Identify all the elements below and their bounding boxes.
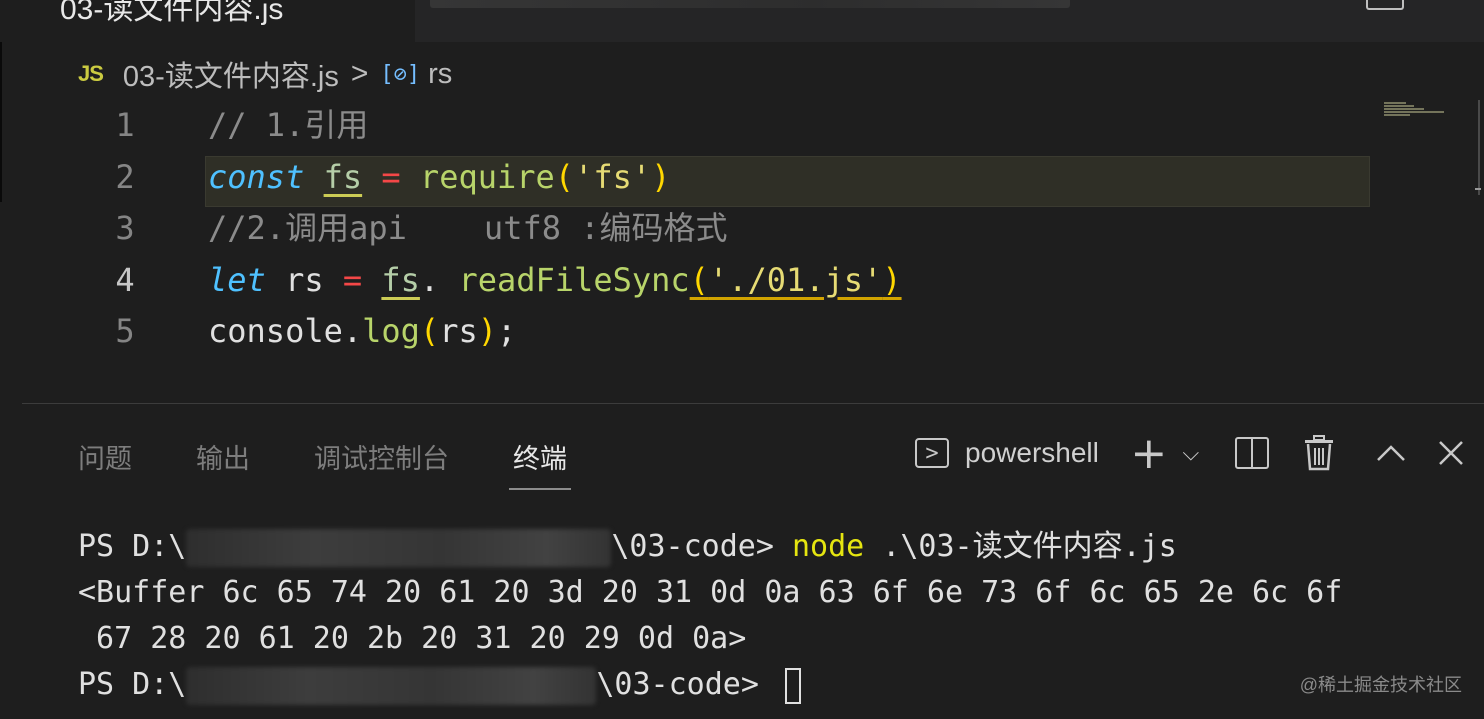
code-token: ;	[496, 312, 517, 350]
code-line[interactable]: 5 console.log(rs);	[0, 306, 1400, 357]
code-line[interactable]: 2 const fs = require('fs')	[0, 152, 1400, 203]
code-token: =	[381, 157, 401, 196]
prompt-prefix: PS D:\	[78, 529, 187, 564]
code-token: (	[689, 260, 709, 299]
editor-layout-icon[interactable]	[1366, 0, 1404, 10]
breadcrumb-chevron-icon: >	[350, 57, 369, 90]
code-line[interactable]: 3 //2.调用api utf8 :编码格式	[0, 203, 1400, 254]
prompt-suffix: \03-code>	[596, 667, 777, 702]
code-token: fs	[323, 157, 363, 196]
code-text: let rs = fs. readFileSync('./01.js')	[208, 255, 902, 306]
code-token: )	[477, 312, 497, 350]
code-token: './01.js'	[708, 260, 883, 299]
chevron-down-icon[interactable]: ⌵	[1177, 441, 1205, 466]
line-number: 1	[115, 106, 135, 144]
code-token: readFileSync	[458, 260, 690, 299]
code-text: // 1.引用	[208, 100, 368, 151]
code-line[interactable]: 1 // 1.引用	[0, 100, 1400, 151]
code-text: const fs = require('fs')	[208, 152, 670, 203]
editor-tab-strip: 03-读文件内容.js	[0, 0, 1484, 42]
code-text: console.log(rs);	[208, 306, 516, 357]
line-number: 2	[115, 157, 135, 196]
minimap[interactable]	[1384, 102, 1464, 118]
js-file-icon: JS	[78, 61, 104, 86]
panel-tab[interactable]: 调试控制台	[314, 437, 449, 476]
breadcrumb-file[interactable]: 03-读文件内容.js	[123, 53, 339, 95]
panel-tab[interactable]: 终端	[509, 437, 571, 490]
panel-tab[interactable]: 输出	[196, 437, 250, 476]
editor-tab-active[interactable]: 03-读文件内容.js	[0, 0, 415, 42]
code-line[interactable]: 4 let rs = fs. readFileSync('./01.js')	[0, 255, 1400, 306]
terminal-shell-label[interactable]: powershell	[965, 437, 1099, 469]
editor-tab-title: 03-读文件内容.js	[60, 0, 284, 26]
scrollbar-cursor-marker	[1475, 188, 1481, 190]
code-token: =	[342, 260, 363, 299]
code-token: rs	[265, 260, 343, 299]
line-number: 4	[115, 260, 135, 299]
line-number: 3	[115, 209, 135, 247]
terminal-icon[interactable]: >	[915, 438, 949, 468]
redacted-path	[186, 528, 612, 567]
panel-tab[interactable]: 问题	[78, 437, 132, 476]
code-token: fs	[381, 260, 420, 299]
code-token: .	[419, 260, 459, 299]
code-token: (	[419, 312, 440, 350]
terminal-line: PS D:\ \03-code> node .\03-读文件内容.js	[78, 524, 1177, 570]
code-token: .	[342, 312, 363, 350]
trash-icon[interactable]	[1303, 435, 1335, 471]
code-token: console	[208, 312, 343, 350]
code-token: log	[362, 312, 420, 350]
panel-divider[interactable]	[22, 403, 1484, 404]
code-token: 'fs'	[574, 157, 652, 196]
code-token: (	[554, 157, 575, 196]
breadcrumb: JS 03-读文件内容.js > [⊘] rs	[78, 54, 452, 94]
terminal-command-args: .\03-读文件内容.js	[864, 529, 1177, 564]
code-token: const	[208, 157, 305, 196]
code-token: )	[651, 157, 671, 196]
close-panel-button[interactable]	[1437, 439, 1465, 467]
panel-actions: > powershell + ⌵	[915, 428, 1465, 479]
code-token: // 1.引用	[208, 106, 369, 144]
maximize-panel-button[interactable]	[1375, 443, 1407, 463]
code-token: let	[208, 260, 266, 299]
editor-scrollbar[interactable]	[1475, 100, 1481, 195]
split-terminal-button[interactable]	[1234, 437, 1269, 469]
code-editor[interactable]: 1// 1.引用 2 const fs = require('fs') 3//2.调用…	[0, 100, 1484, 400]
watermark: @稀土掘金技术社区	[1299, 675, 1462, 695]
code-text: //2.调用api utf8 :编码格式	[208, 203, 728, 254]
terminal-output-line: <Buffer 6c 65 74 20 61 20 3d 20 31 0d 0a…	[78, 575, 1343, 610]
terminal-command: node	[792, 529, 865, 564]
prompt-prefix: PS D:\	[78, 667, 187, 702]
variable-symbol-icon: [⊘]	[380, 61, 421, 87]
redacted-path	[186, 666, 597, 705]
prompt-suffix: \03-code>	[611, 529, 792, 564]
code-token: )	[882, 260, 902, 299]
breadcrumb-symbol[interactable]: rs	[428, 58, 452, 91]
terminal-cursor	[785, 667, 801, 704]
terminal-line: PS D:\ \03-code>	[78, 662, 801, 708]
terminal-output-line: 67 28 20 61 20 2b 20 31 20 29 0d 0a>	[78, 621, 747, 656]
tab-strip-blurred-area	[430, 0, 1070, 8]
panel-tabs: 问题 输出 调试控制台 终端	[78, 428, 631, 490]
code-token: rs	[439, 312, 478, 350]
code-token: //2.调用api utf8 :编码格式	[208, 209, 728, 247]
new-terminal-button[interactable]: +	[1129, 428, 1169, 479]
line-number: 5	[115, 312, 135, 350]
code-token: require	[419, 157, 555, 196]
